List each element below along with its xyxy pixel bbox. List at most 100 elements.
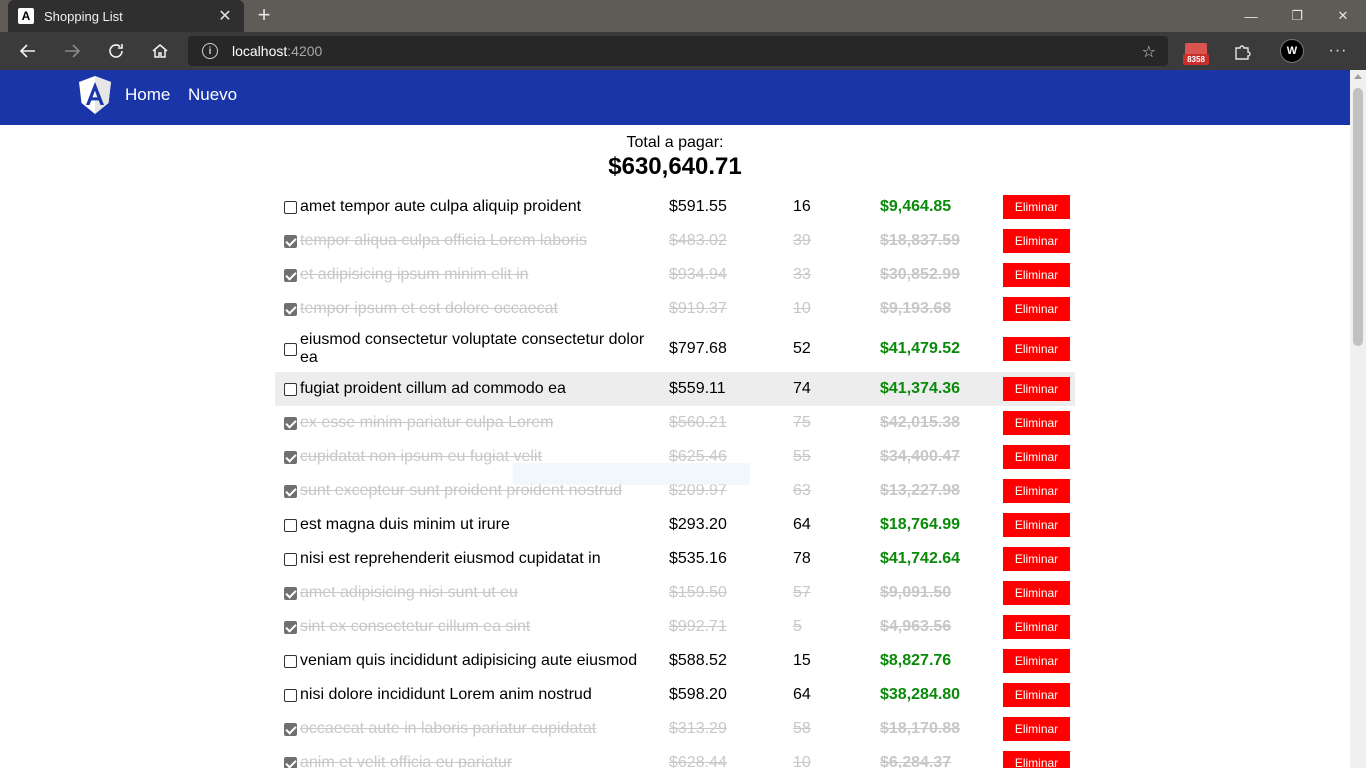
item-name: amet adipisicing nisi sunt ut eu	[300, 584, 518, 601]
item-checkbox[interactable]	[284, 234, 297, 248]
list-item: eiusmod consectetur voluptate consectetu…	[275, 326, 1075, 372]
item-subtotal: $18,837.59	[880, 232, 961, 249]
item-checkbox[interactable]	[284, 302, 297, 316]
back-arrow-icon[interactable]	[13, 36, 43, 66]
item-subtotal: $6,284.37	[880, 754, 952, 768]
nav-link-nuevo[interactable]: Nuevo	[188, 85, 237, 105]
item-price: $313.29	[669, 720, 727, 737]
profile-avatar[interactable]: W	[1280, 39, 1304, 63]
angular-logo-icon[interactable]	[77, 75, 113, 115]
delete-item-button[interactable]: Eliminar	[1003, 615, 1070, 639]
item-subtotal: $34,400.47	[880, 448, 961, 465]
item-name: amet tempor aute culpa aliquip proident	[300, 198, 582, 215]
delete-item-button[interactable]: Eliminar	[1003, 751, 1070, 768]
page-scrollbar[interactable]	[1350, 70, 1366, 768]
add-favorite-star-icon[interactable]: ☆	[1142, 42, 1156, 62]
delete-item-button[interactable]: Eliminar	[1003, 297, 1070, 321]
tab-title: Shopping List	[44, 8, 123, 24]
delete-item-button[interactable]: Eliminar	[1003, 547, 1070, 571]
delete-item-button[interactable]: Eliminar	[1003, 581, 1070, 605]
item-subtotal: $8,827.76	[880, 652, 952, 669]
item-subtotal: $30,852.99	[880, 266, 961, 283]
forward-arrow-icon[interactable]	[57, 36, 87, 66]
item-name: eiusmod consectetur voluptate consectetu…	[300, 331, 645, 366]
browser-tab-active[interactable]: A Shopping List ✕	[8, 0, 244, 32]
list-item: amet tempor aute culpa aliquip proident $…	[275, 190, 1075, 224]
list-item: amet adipisicing nisi sunt ut eu $159.50 5…	[275, 576, 1075, 610]
item-checkbox[interactable]	[284, 722, 297, 736]
extensions-puzzle-icon[interactable]	[1230, 40, 1254, 64]
item-name: veniam quis incididunt adipisicing aute …	[300, 652, 638, 669]
item-name: tempor aliqua culpa officia Lorem labori…	[300, 232, 587, 249]
delete-item-button[interactable]: Eliminar	[1003, 479, 1070, 503]
item-quantity: 33	[793, 266, 811, 283]
item-checkbox[interactable]	[284, 552, 297, 566]
item-checkbox[interactable]	[284, 620, 297, 634]
refresh-icon[interactable]	[101, 36, 131, 66]
item-name: fugiat proident cillum ad commodo ea	[300, 380, 566, 397]
delete-item-button[interactable]: Eliminar	[1003, 649, 1070, 673]
list-item: fugiat proident cillum ad commodo ea $559…	[275, 372, 1075, 406]
item-name: et adipisicing ipsum minim elit in	[300, 266, 529, 283]
list-item: nisi est reprehenderit eiusmod cupidatat…	[275, 542, 1075, 576]
more-menu-icon[interactable]: ···	[1326, 38, 1350, 64]
address-bar[interactable]: i localhost :4200 ☆	[188, 36, 1168, 66]
item-subtotal: $9,091.50	[880, 584, 952, 601]
delete-item-button[interactable]: Eliminar	[1003, 445, 1070, 469]
item-checkbox[interactable]	[284, 268, 297, 282]
angular-favicon-icon: A	[18, 8, 34, 24]
item-name: est magna duis minim ut irure	[300, 516, 510, 533]
item-checkbox[interactable]	[284, 200, 297, 214]
item-checkbox[interactable]	[284, 342, 297, 356]
item-quantity: 10	[793, 754, 811, 768]
close-window-icon[interactable]: ✕	[1320, 0, 1366, 32]
item-checkbox[interactable]	[284, 416, 297, 430]
nav-link-home[interactable]: Home	[125, 85, 170, 105]
item-checkbox[interactable]	[284, 450, 297, 464]
total-label: Total a pagar:	[626, 134, 724, 151]
close-tab-icon[interactable]: ✕	[216, 6, 234, 26]
restore-window-icon[interactable]: ❐	[1274, 0, 1320, 32]
item-subtotal: $18,764.99	[880, 516, 961, 533]
item-subtotal: $18,170.88	[880, 720, 961, 737]
item-checkbox[interactable]	[284, 382, 297, 396]
item-price: $992.71	[669, 618, 727, 635]
site-info-icon[interactable]: i	[202, 43, 218, 59]
item-checkbox[interactable]	[284, 654, 297, 668]
delete-item-button[interactable]: Eliminar	[1003, 411, 1070, 435]
item-quantity: 74	[793, 380, 811, 397]
list-item: ex esse minim pariatur culpa Lorem $560.2…	[275, 406, 1075, 440]
item-quantity: 5	[793, 618, 802, 635]
home-icon[interactable]	[145, 36, 175, 66]
url-port: :4200	[287, 43, 323, 59]
item-checkbox[interactable]	[284, 586, 297, 600]
delete-item-button[interactable]: Eliminar	[1003, 513, 1070, 537]
item-subtotal: $41,374.36	[880, 380, 961, 397]
delete-item-button[interactable]: Eliminar	[1003, 683, 1070, 707]
item-name: ex esse minim pariatur culpa Lorem	[300, 414, 554, 431]
item-name: nisi dolore incididunt Lorem anim nostru…	[300, 686, 592, 703]
delete-item-button[interactable]: Eliminar	[1003, 229, 1070, 253]
delete-item-button[interactable]: Eliminar	[1003, 717, 1070, 741]
item-name: anim et velit officia eu pariatur	[300, 754, 513, 768]
scrollbar-thumb[interactable]	[1353, 88, 1363, 346]
browser-toolbar: i localhost :4200 ☆	[0, 32, 1366, 70]
item-checkbox[interactable]	[284, 484, 297, 498]
delete-item-button[interactable]: Eliminar	[1003, 377, 1070, 401]
item-checkbox[interactable]	[284, 518, 297, 532]
item-checkbox[interactable]	[284, 688, 297, 702]
item-checkbox[interactable]	[284, 756, 297, 768]
scroll-up-arrow-icon[interactable]	[1354, 74, 1362, 79]
item-quantity: 55	[793, 448, 811, 465]
mail-extension-icon[interactable]: 8358	[1183, 40, 1209, 66]
item-quantity: 64	[793, 686, 811, 703]
delete-item-button[interactable]: Eliminar	[1003, 195, 1070, 219]
item-name: sint ex consectetur cillum ea sint	[300, 618, 531, 635]
list-item: anim et velit officia eu pariatur $628.44…	[275, 746, 1075, 768]
delete-item-button[interactable]: Eliminar	[1003, 263, 1070, 287]
item-price: $559.11	[669, 380, 726, 397]
minimize-window-icon[interactable]: —	[1228, 0, 1274, 32]
delete-item-button[interactable]: Eliminar	[1003, 337, 1070, 361]
item-name: nisi est reprehenderit eiusmod cupidatat…	[300, 550, 601, 567]
new-tab-plus-icon[interactable]: +	[252, 4, 276, 28]
